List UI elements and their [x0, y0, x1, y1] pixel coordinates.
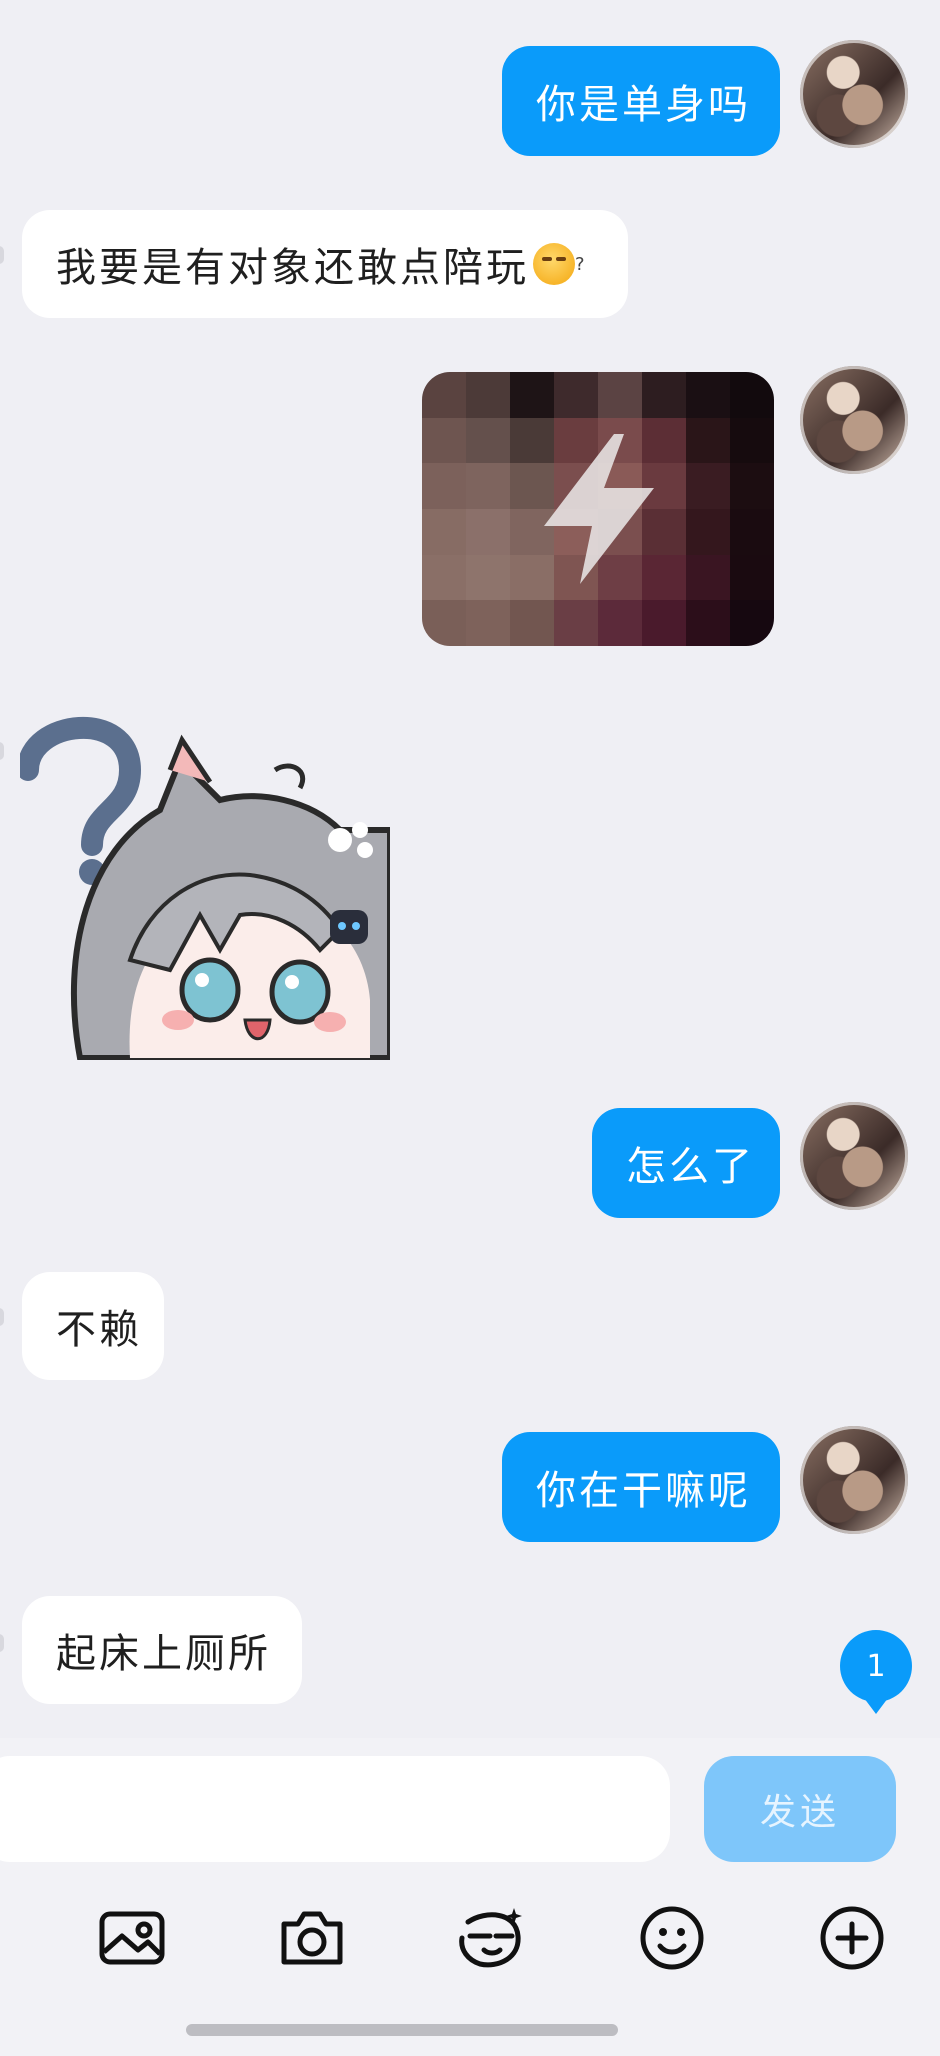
emoji-question-mark: ?: [575, 253, 588, 275]
message-text: 我要是有对象还敢点陪玩: [56, 245, 529, 291]
my-avatar[interactable]: [800, 1426, 908, 1534]
contact-avatar-edge[interactable]: [0, 1308, 4, 1326]
incoming-message[interactable]: 我要是有对象还敢点陪玩 ?: [22, 210, 628, 318]
outgoing-message[interactable]: 你在干嘛呢: [502, 1432, 780, 1542]
thinking-face-emoji: [533, 243, 575, 285]
outgoing-message[interactable]: 怎么了: [592, 1108, 780, 1218]
sticker-message[interactable]: [20, 700, 390, 1060]
contact-avatar-edge[interactable]: [0, 246, 4, 264]
composer-bar: 发送: [0, 1738, 940, 1870]
plus-icon: [820, 1906, 884, 1970]
face-sticker-icon: [459, 1908, 522, 1968]
emoji-icon: [640, 1906, 704, 1970]
camera-button[interactable]: [276, 1902, 348, 1974]
outgoing-message[interactable]: 你是单身吗: [502, 46, 780, 156]
my-avatar[interactable]: [800, 1102, 908, 1210]
message-input[interactable]: [0, 1756, 670, 1862]
camera-icon: [281, 1911, 343, 1965]
message-text: 不赖: [56, 1307, 142, 1353]
unread-count-badge[interactable]: 1: [840, 1630, 912, 1714]
toolbar: [0, 1870, 940, 2056]
incoming-message[interactable]: 起床上厕所: [22, 1596, 302, 1704]
flash-image-icon: [544, 434, 654, 584]
my-avatar[interactable]: [800, 366, 908, 474]
emoji-button[interactable]: [636, 1902, 708, 1974]
image-message[interactable]: [422, 372, 774, 646]
send-button[interactable]: 发送: [704, 1756, 896, 1862]
my-avatar[interactable]: [800, 40, 908, 148]
message-text: 怎么了: [626, 1144, 755, 1190]
message-text: 你是单身吗: [536, 82, 751, 128]
image-button[interactable]: [96, 1902, 168, 1974]
more-button[interactable]: [816, 1902, 888, 1974]
home-indicator[interactable]: [186, 2024, 618, 2036]
unread-count: 1: [866, 1648, 886, 1684]
message-text: 你在干嘛呢: [536, 1468, 751, 1514]
image-icon: [99, 1911, 165, 1965]
incoming-message[interactable]: 不赖: [22, 1272, 164, 1380]
sticker-button[interactable]: [456, 1902, 528, 1974]
contact-avatar-edge[interactable]: [0, 742, 4, 760]
contact-avatar-edge[interactable]: [0, 1634, 4, 1652]
message-text: 起床上厕所: [56, 1631, 271, 1677]
chat-area[interactable]: 你是单身吗 我要是有对象还敢点陪玩 ? 怎么了 不赖 你在干嘛呢 起床上厕所 1: [0, 0, 940, 1738]
